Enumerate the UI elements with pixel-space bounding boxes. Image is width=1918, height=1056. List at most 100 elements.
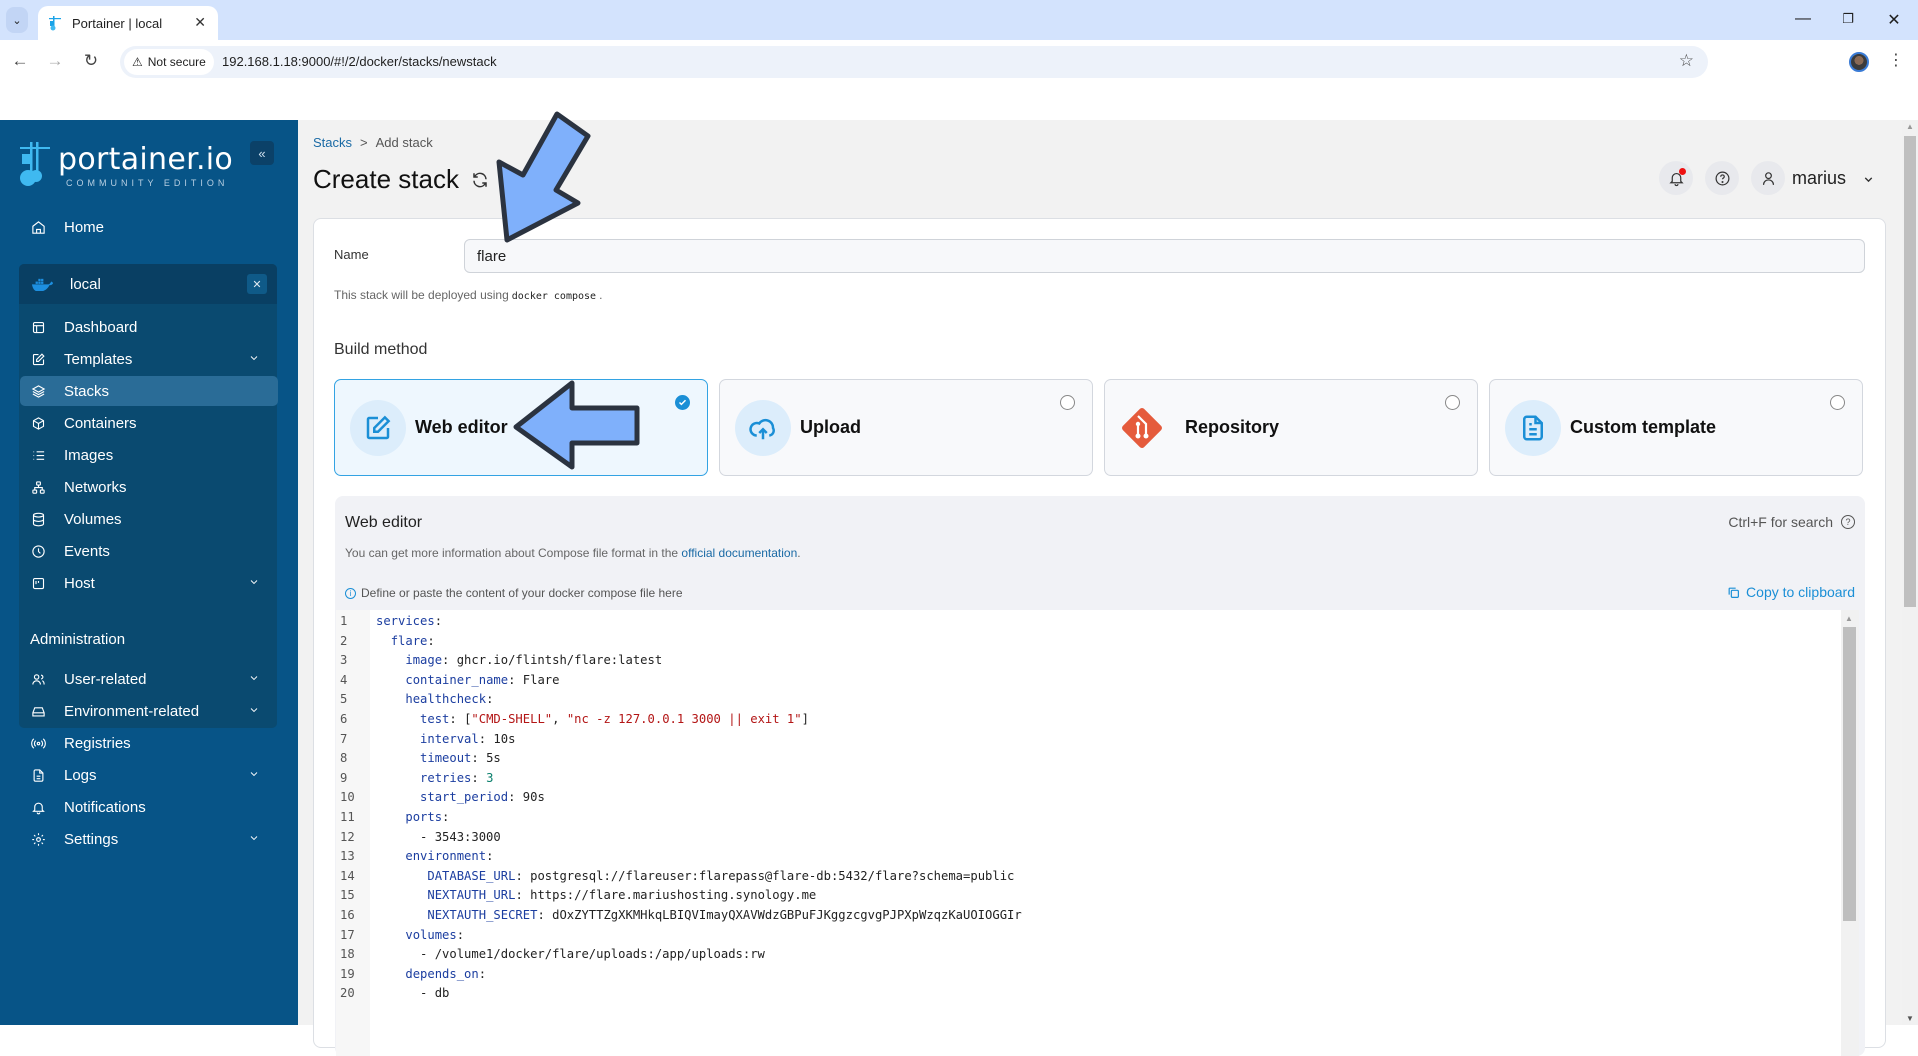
sidebar-item-templates[interactable]: Templates <box>20 344 278 374</box>
code-text: timeout: 5s <box>420 751 501 766</box>
code-line[interactable]: 4 container_name: Flare <box>336 671 559 691</box>
build-method-upload[interactable]: Upload <box>719 379 1093 476</box>
chevron-down-icon[interactable] <box>1862 173 1875 186</box>
refresh-icon[interactable] <box>471 171 489 189</box>
help-button[interactable] <box>1705 161 1739 195</box>
code-line[interactable]: 11 ports: <box>336 808 449 828</box>
radio-unchecked[interactable] <box>1830 395 1845 410</box>
security-indicator[interactable]: ⚠ Not secure <box>124 49 214 75</box>
code-line[interactable]: 19 depends_on: <box>336 965 486 985</box>
browser-tab[interactable]: Portainer | local ✕ <box>38 6 218 40</box>
sidebar-item-host[interactable]: Host <box>20 568 278 598</box>
browser-menu-icon[interactable]: ⋮ <box>1888 50 1904 70</box>
code-line[interactable]: 10 start_period: 90s <box>336 788 545 808</box>
editor-info: You can get more information about Compo… <box>345 546 801 560</box>
copy-to-clipboard-button[interactable]: Copy to clipboard <box>1727 584 1855 600</box>
code-text: environment: <box>405 849 494 864</box>
notifications-button[interactable] <box>1659 161 1693 195</box>
code-line[interactable]: 5 healthcheck: <box>336 690 493 710</box>
scroll-up-icon[interactable]: ▲ <box>1906 122 1914 131</box>
chevron-down-icon[interactable] <box>248 831 260 843</box>
scroll-down-icon[interactable]: ▼ <box>1906 1014 1914 1023</box>
sidebar-item-notifications[interactable]: Notifications <box>20 792 278 822</box>
page-scrollbar[interactable]: ▲ ▼ <box>1902 120 1918 1025</box>
official-documentation-link[interactable]: official documentation <box>681 546 797 560</box>
code-editor[interactable]: 1 services: 2 flare: 3 image: ghcr.io/flint… <box>336 610 1841 1056</box>
sidebar-item-settings[interactable]: Settings <box>20 824 278 854</box>
build-method-web-editor[interactable]: Web editor <box>334 379 708 476</box>
code-line[interactable]: 18 - /volume1/docker/flare/uploads:/app/… <box>336 945 765 965</box>
sidebar-item-logs[interactable]: Logs <box>20 760 278 790</box>
back-icon[interactable]: ← <box>9 51 31 71</box>
sidebar-item-events[interactable]: Events <box>20 536 278 566</box>
code-text: interval: 10s <box>420 731 516 746</box>
portainer-logo[interactable]: portainer.io COMMUNITY EDITION <box>18 140 233 193</box>
network-icon <box>30 479 46 495</box>
sidebar-item-registries[interactable]: Registries <box>20 728 278 758</box>
sidebar-item-dashboard[interactable]: Dashboard <box>20 312 278 342</box>
address-bar[interactable]: ⚠ Not secure 192.168.1.18:9000/#!/2/dock… <box>120 46 1708 78</box>
chevron-down-icon[interactable] <box>248 767 260 779</box>
build-method-repository[interactable]: Repository <box>1104 379 1478 476</box>
editor-scrollbar[interactable]: ▲ <box>1841 610 1859 1056</box>
chevron-down-icon[interactable] <box>248 575 260 587</box>
code-line[interactable]: 9 retries: 3 <box>336 769 493 789</box>
tab-search-button[interactable]: ⌄ <box>6 7 28 33</box>
sidebar-item-home[interactable]: Home <box>20 212 278 242</box>
chevron-down-icon[interactable] <box>248 351 260 363</box>
code-line[interactable]: 15 NEXTAUTH_URL: https://flare.mariushos… <box>336 886 816 906</box>
stack-name-input[interactable] <box>464 239 1865 273</box>
sidebar-item-environment-related[interactable]: Environment-related <box>20 696 278 726</box>
url-text[interactable]: 192.168.1.18:9000/#!/2/docker/stacks/new… <box>222 54 497 69</box>
reload-icon[interactable]: ↻ <box>80 51 102 71</box>
line-number: 7 <box>340 731 348 746</box>
radio-checked[interactable] <box>675 395 690 410</box>
code-line[interactable]: 2 flare: <box>336 632 435 652</box>
build-method-custom-template[interactable]: Custom template <box>1489 379 1863 476</box>
bookmark-star-icon[interactable]: ☆ <box>1679 51 1694 71</box>
environment-header[interactable]: local ✕ <box>19 264 277 304</box>
code-line[interactable]: 1 services: <box>336 612 442 632</box>
code-line[interactable]: 12 - 3543:3000 <box>336 828 501 848</box>
code-line[interactable]: 20 - db <box>336 984 449 1004</box>
create-stack-form: Name This stack will be deployed usingdo… <box>313 218 1886 1056</box>
close-window-icon[interactable]: ✕ <box>1884 10 1904 30</box>
page-scrollbar-thumb[interactable] <box>1904 136 1916 607</box>
page-title-text: Create stack <box>313 164 459 194</box>
code-line[interactable]: 8 timeout: 5s <box>336 749 501 769</box>
code-line[interactable]: 17 volumes: <box>336 926 464 946</box>
user-menu-avatar[interactable] <box>1751 161 1785 195</box>
code-line[interactable]: 14 DATABASE_URL: postgresql://flareuser:… <box>336 867 1014 887</box>
code-text: NEXTAUTH_SECRET: dOxZYTTZgXKMHkqLBIQVIma… <box>427 908 1022 922</box>
sidebar-item-stacks[interactable]: Stacks <box>20 376 278 406</box>
breadcrumb-separator: > <box>360 135 368 150</box>
line-number: 1 <box>340 614 348 628</box>
sidebar-item-volumes[interactable]: Volumes <box>20 504 278 534</box>
forward-icon[interactable]: → <box>44 51 66 71</box>
breadcrumb-stacks-link[interactable]: Stacks <box>313 135 352 150</box>
chevron-down-icon[interactable] <box>248 703 260 715</box>
code-text: NEXTAUTH_URL: https://flare.mariushostin… <box>427 888 817 903</box>
sidebar-item-user-related[interactable]: User-related <box>20 664 278 694</box>
username[interactable]: marius <box>1792 168 1846 189</box>
radio-unchecked[interactable] <box>1445 395 1460 410</box>
profile-avatar[interactable] <box>1849 52 1869 72</box>
code-line[interactable]: 16 NEXTAUTH_SECRET: dOxZYTTZgXKMHkqLBIQV… <box>336 906 1022 926</box>
code-line[interactable]: 6 test: ["CMD-SHELL", "nc -z 127.0.0.1 3… <box>336 710 809 730</box>
close-tab-icon[interactable]: ✕ <box>194 14 206 31</box>
close-environment-button[interactable]: ✕ <box>247 274 267 294</box>
code-line[interactable]: 3 image: ghcr.io/flintsh/flare:latest <box>336 651 662 671</box>
code-line[interactable]: 7 interval: 10s <box>336 730 515 750</box>
radio-unchecked[interactable] <box>1060 395 1075 410</box>
sidebar-item-images[interactable]: Images <box>20 440 278 470</box>
help-icon[interactable]: ? <box>1841 515 1855 529</box>
editor-scrollbar-thumb[interactable] <box>1843 627 1856 921</box>
chevron-down-icon[interactable] <box>248 671 260 683</box>
scroll-up-icon[interactable]: ▲ <box>1845 614 1853 623</box>
sidebar-item-networks[interactable]: Networks <box>20 472 278 502</box>
sidebar-item-containers[interactable]: Containers <box>20 408 278 438</box>
minimize-icon[interactable]: — <box>1793 10 1813 28</box>
collapse-sidebar-button[interactable]: « <box>250 141 274 165</box>
code-line[interactable]: 13 environment: <box>336 847 493 867</box>
restore-icon[interactable]: ❐ <box>1838 11 1858 27</box>
